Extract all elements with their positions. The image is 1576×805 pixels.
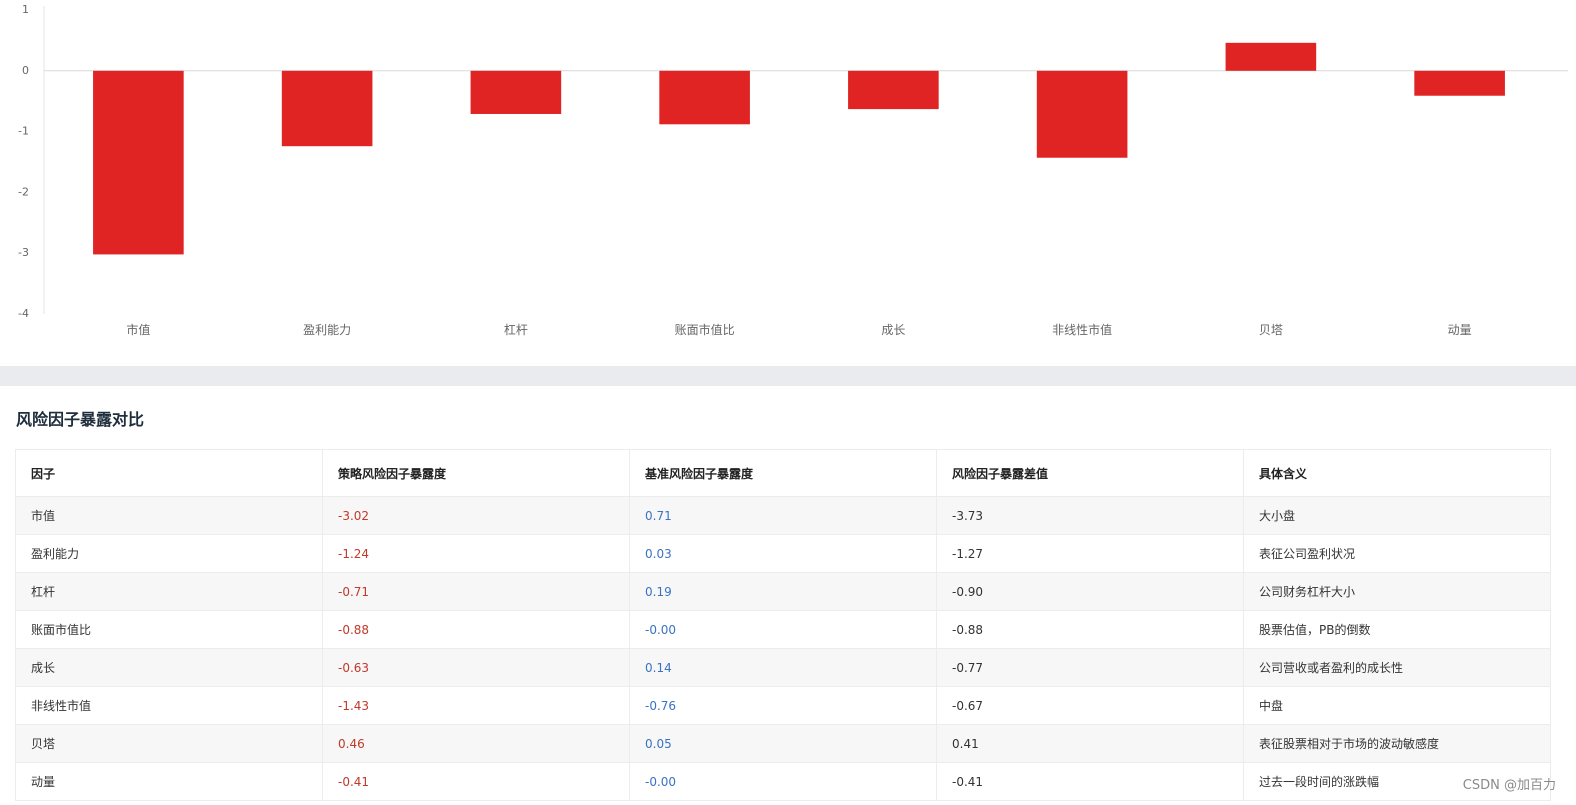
bar[interactable] xyxy=(470,70,562,114)
y-tick-label: -2 xyxy=(18,185,29,198)
watermark: CSDN @加百力 xyxy=(1462,778,1556,793)
header-exposure-diff: 风险因子暴露差值 xyxy=(936,449,1244,497)
section-divider xyxy=(0,366,1576,386)
cell-factor: 账面市值比 xyxy=(15,610,323,649)
cell-factor: 非线性市值 xyxy=(15,686,323,725)
cell-strategy-exposure: -0.71 xyxy=(322,572,630,611)
cell-exposure-diff: -0.90 xyxy=(936,572,1244,611)
table-row: 动量 -0.41 -0.00 -0.41 过去一段时间的涨跌幅 xyxy=(15,762,1551,801)
y-tick-label: -1 xyxy=(18,125,29,138)
y-tick-label: 1 xyxy=(22,3,29,16)
table-row: 盈利能力 -1.24 0.03 -1.27 表征公司盈利状况 xyxy=(15,534,1551,573)
table-row: 成长 -0.63 0.14 -0.77 公司营收或者盈利的成长性 xyxy=(15,648,1551,687)
x-category-label: 杠杆 xyxy=(504,322,528,337)
cell-meaning: 公司财务杠杆大小 xyxy=(1243,572,1551,611)
cell-exposure-diff: -0.77 xyxy=(936,648,1244,687)
bar[interactable] xyxy=(281,70,373,147)
bar[interactable] xyxy=(93,70,184,255)
cell-meaning: 股票估值，PB的倒数 xyxy=(1243,610,1551,649)
y-tick-label: 0 xyxy=(22,64,29,77)
cell-factor: 市值 xyxy=(15,496,323,535)
chart-panel: 1 0 -1 -2 -3 -4 市值 盈利能力 杠杆 账面市值比 成长 非线性市值 贝塔 动量 xyxy=(0,0,1576,366)
section-title: 风险因子暴露对比 xyxy=(16,410,145,429)
table-row: 市值 -3.02 0.71 -3.73 大小盘 xyxy=(15,496,1551,535)
header-factor: 因子 xyxy=(15,449,323,497)
cell-exposure-diff: -3.73 xyxy=(936,496,1244,535)
cell-benchmark-exposure: -0.00 xyxy=(629,762,937,801)
cell-strategy-exposure: -1.24 xyxy=(322,534,630,573)
cell-exposure-diff: -0.67 xyxy=(936,686,1244,725)
cell-benchmark-exposure: 0.19 xyxy=(629,572,937,611)
cell-strategy-exposure: -1.43 xyxy=(322,686,630,725)
cell-factor: 盈利能力 xyxy=(15,534,323,573)
table-row: 贝塔 0.46 0.05 0.41 表征股票相对于市场的波动敏感度 xyxy=(15,724,1551,763)
y-tick-label: -4 xyxy=(18,307,29,320)
cell-strategy-exposure: -0.63 xyxy=(322,648,630,687)
cell-benchmark-exposure: -0.76 xyxy=(629,686,937,725)
table-header-row: 因子 策略风险因子暴露度 基准风险因子暴露度 风险因子暴露差值 具体含义 xyxy=(15,449,1551,497)
y-tick-label: -3 xyxy=(18,246,29,259)
x-category-label: 市值 xyxy=(126,322,150,337)
cell-benchmark-exposure: -0.00 xyxy=(629,610,937,649)
bar[interactable] xyxy=(1414,70,1505,96)
cell-meaning: 表征股票相对于市场的波动敏感度 xyxy=(1243,724,1551,763)
header-strategy-exposure: 策略风险因子暴露度 xyxy=(322,449,630,497)
header-benchmark-exposure: 基准风险因子暴露度 xyxy=(629,449,937,497)
x-category-label: 盈利能力 xyxy=(303,323,351,337)
cell-factor: 成长 xyxy=(15,648,323,687)
x-category-label: 动量 xyxy=(1448,323,1472,337)
bar[interactable] xyxy=(659,70,750,125)
x-category-label: 成长 xyxy=(881,323,905,337)
cell-meaning: 表征公司盈利状况 xyxy=(1243,534,1551,573)
table-row: 杠杆 -0.71 0.19 -0.90 公司财务杠杆大小 xyxy=(15,572,1551,611)
cell-factor: 贝塔 xyxy=(15,724,323,763)
x-category-label: 非线性市值 xyxy=(1052,322,1112,337)
cell-benchmark-exposure: 0.05 xyxy=(629,724,937,763)
cell-exposure-diff: -1.27 xyxy=(936,534,1244,573)
cell-strategy-exposure: -0.88 xyxy=(322,610,630,649)
table-row: 非线性市值 -1.43 -0.76 -0.67 中盘 xyxy=(15,686,1551,725)
cell-strategy-exposure: 0.46 xyxy=(322,724,630,763)
factor-exposure-table: 因子 策略风险因子暴露度 基准风险因子暴露度 风险因子暴露差值 具体含义 市值 -… xyxy=(15,449,1551,801)
cell-exposure-diff: 0.41 xyxy=(936,724,1244,763)
cell-strategy-exposure: -3.02 xyxy=(322,496,630,535)
bar[interactable] xyxy=(1225,42,1317,71)
header-meaning: 具体含义 xyxy=(1243,449,1551,497)
cell-meaning: 中盘 xyxy=(1243,686,1551,725)
bar[interactable] xyxy=(848,70,939,110)
cell-factor: 杠杆 xyxy=(15,572,323,611)
cell-exposure-diff: -0.41 xyxy=(936,762,1244,801)
cell-meaning: 大小盘 xyxy=(1243,496,1551,535)
x-category-label: 账面市值比 xyxy=(675,322,735,337)
cell-factor: 动量 xyxy=(15,762,323,801)
cell-strategy-exposure: -0.41 xyxy=(322,762,630,801)
cell-benchmark-exposure: 0.03 xyxy=(629,534,937,573)
factor-exposure-bar-chart: 1 0 -1 -2 -3 -4 市值 盈利能力 杠杆 账面市值比 成长 非线性市值 贝塔 动量 xyxy=(18,3,1568,337)
cell-benchmark-exposure: 0.14 xyxy=(629,648,937,687)
table-row: 账面市值比 -0.88 -0.00 -0.88 股票估值，PB的倒数 xyxy=(15,610,1551,649)
x-category-label: 贝塔 xyxy=(1259,323,1283,337)
bar[interactable] xyxy=(1036,70,1128,158)
cell-exposure-diff: -0.88 xyxy=(936,610,1244,649)
cell-meaning: 公司营收或者盈利的成长性 xyxy=(1243,648,1551,687)
cell-benchmark-exposure: 0.71 xyxy=(629,496,937,535)
